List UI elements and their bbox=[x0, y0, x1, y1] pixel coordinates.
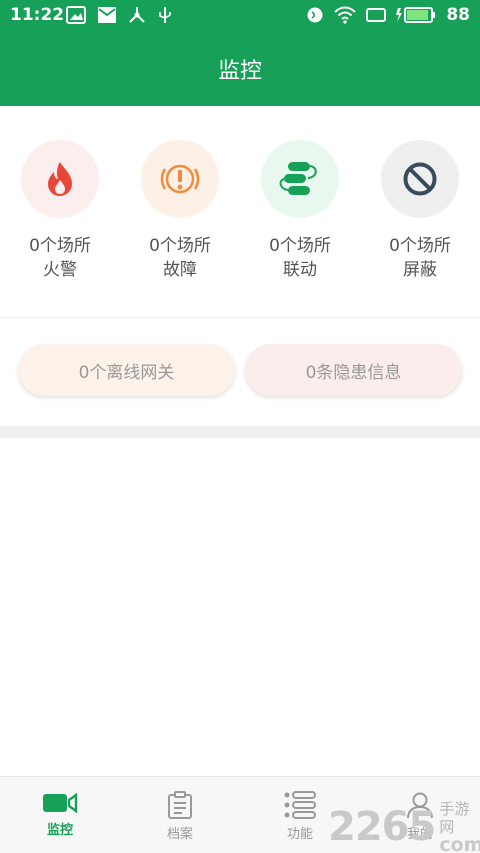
nav-bar: 监控 bbox=[0, 32, 480, 106]
usb-icon bbox=[159, 7, 171, 23]
battery-icon bbox=[396, 7, 436, 23]
mail-notification-icon bbox=[98, 7, 116, 23]
status-bar: 11:22 88 bbox=[0, 0, 480, 32]
watermark-cn: 手游网 bbox=[439, 800, 470, 836]
image-notification-icon bbox=[66, 6, 86, 24]
tab-archive[interactable]: 档案 bbox=[120, 777, 240, 853]
tab-monitor[interactable]: 监控 bbox=[0, 777, 120, 853]
fire-icon-circle bbox=[21, 140, 99, 218]
clipboard-icon bbox=[168, 791, 192, 819]
monitor-fire-alarm[interactable]: 0个场所 火警 bbox=[0, 140, 120, 282]
linkage-icon-circle bbox=[261, 140, 339, 218]
site-watermark: 2265 手游网 com bbox=[328, 800, 480, 853]
monitor-label-fault: 0个场所 故障 bbox=[149, 236, 211, 280]
monitor-linkage[interactable]: 0个场所 联动 bbox=[240, 140, 360, 282]
monitor-category-row: 0个场所 火警 0个场所 故障 0个场所 联动 0个场所 屏蔽 bbox=[0, 106, 480, 318]
camera-icon bbox=[43, 792, 78, 814]
status-notification-icons bbox=[66, 6, 172, 24]
share-notification-icon bbox=[129, 7, 145, 23]
section-divider bbox=[0, 426, 480, 438]
monitor-fault[interactable]: 0个场所 故障 bbox=[120, 140, 240, 282]
list-icon bbox=[284, 791, 316, 819]
tab-label-monitor: 监控 bbox=[46, 823, 73, 838]
wifi-icon bbox=[334, 6, 357, 24]
warning-icon-circle bbox=[141, 140, 219, 218]
monitor-label-linkage: 0个场所 联动 bbox=[269, 236, 331, 280]
status-system-icons: 88 bbox=[306, 5, 470, 25]
tab-label-archive: 档案 bbox=[166, 827, 193, 842]
monitor-block[interactable]: 0个场所 屏蔽 bbox=[360, 140, 480, 282]
watermark-com: com bbox=[439, 834, 480, 853]
rotation-icon bbox=[366, 8, 387, 22]
block-icon bbox=[403, 162, 437, 196]
page-title: 监控 bbox=[217, 59, 262, 84]
watermark-number: 2265 bbox=[328, 804, 436, 850]
linkage-icon bbox=[279, 162, 317, 195]
offline-gateway-button[interactable]: 0个离线网关 bbox=[18, 344, 235, 396]
monitor-label-fire: 0个场所 火警 bbox=[29, 236, 91, 280]
block-icon-circle bbox=[381, 140, 459, 218]
fire-icon bbox=[48, 162, 72, 196]
status-pills: 0个离线网关 0条隐患信息 bbox=[0, 318, 480, 426]
status-time: 11:22 bbox=[10, 5, 65, 25]
warning-icon bbox=[160, 164, 200, 194]
monitor-label-block: 0个场所 屏蔽 bbox=[389, 236, 451, 280]
tab-label-functions: 功能 bbox=[286, 827, 313, 842]
battery-level: 88 bbox=[446, 5, 470, 25]
nfc-icon bbox=[307, 7, 323, 23]
hazard-info-button[interactable]: 0条隐患信息 bbox=[245, 344, 462, 396]
